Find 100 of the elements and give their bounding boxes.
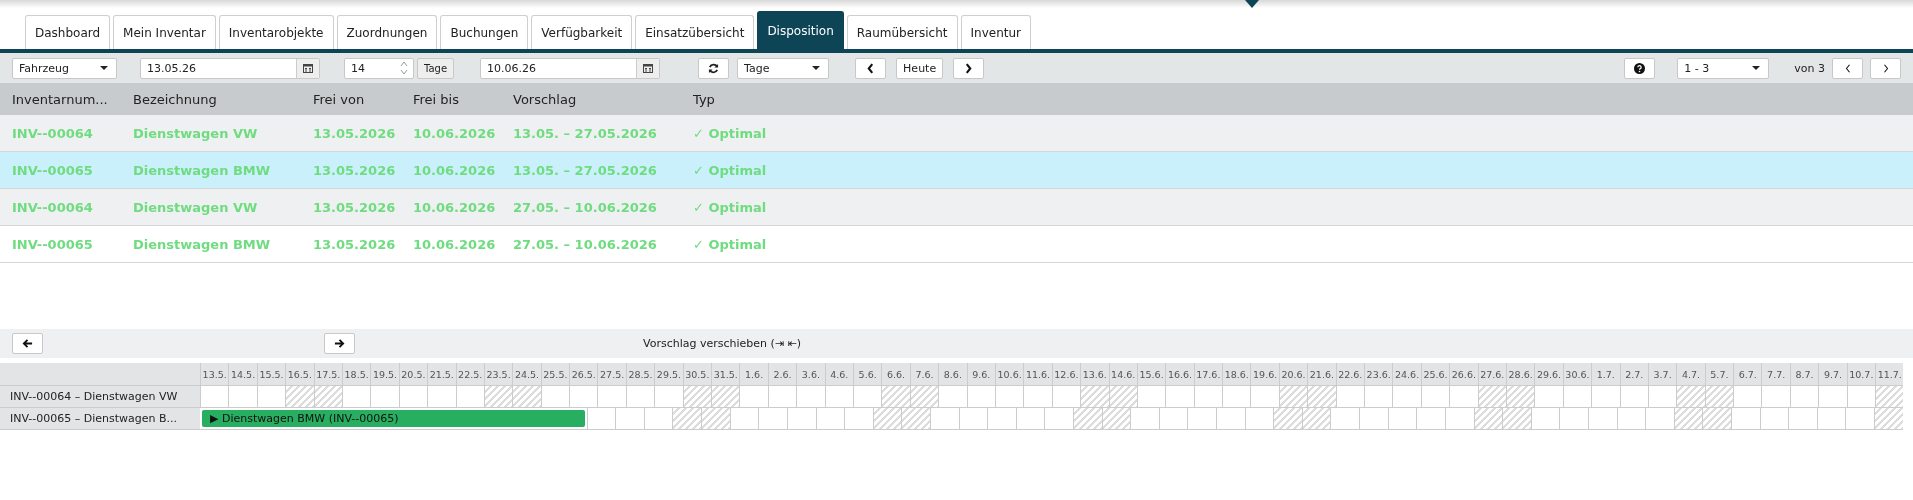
weekend-cell[interactable] xyxy=(1073,407,1102,429)
tab[interactable]: Verfügbarkeit xyxy=(531,15,633,49)
column-header[interactable]: Typ xyxy=(693,91,893,107)
day-cell[interactable] xyxy=(1619,385,1648,407)
day-cell[interactable] xyxy=(1759,407,1789,429)
weekend-cell[interactable] xyxy=(701,407,730,429)
next-page-button[interactable] xyxy=(1870,57,1901,79)
weekend-cell[interactable] xyxy=(1278,385,1308,407)
weekend-cell[interactable] xyxy=(483,385,513,407)
weekend-cell[interactable] xyxy=(1673,407,1703,429)
day-cell[interactable] xyxy=(987,407,1016,429)
day-cell[interactable] xyxy=(1364,385,1393,407)
day-cell[interactable] xyxy=(1420,385,1450,407)
day-cell[interactable] xyxy=(398,385,428,407)
day-cell[interactable] xyxy=(1816,407,1846,429)
column-header[interactable]: Inventarnum... xyxy=(12,91,133,107)
day-cell[interactable] xyxy=(1051,385,1081,407)
day-cell[interactable] xyxy=(1359,407,1388,429)
day-cell[interactable] xyxy=(654,385,683,407)
column-header[interactable]: Frei bis xyxy=(413,91,513,107)
weekend-cell[interactable] xyxy=(1307,385,1336,407)
weekend-cell[interactable] xyxy=(1702,407,1731,429)
day-cell[interactable] xyxy=(256,385,286,407)
tab[interactable]: Zuordnungen xyxy=(336,15,438,49)
weekend-cell[interactable] xyxy=(1505,385,1535,407)
day-cell[interactable] xyxy=(1158,407,1188,429)
day-cell[interactable] xyxy=(1645,407,1674,429)
day-cell[interactable] xyxy=(1044,407,1073,429)
weekend-cell[interactable] xyxy=(313,385,342,407)
day-cell[interactable] xyxy=(597,385,626,407)
day-cell[interactable] xyxy=(844,407,873,429)
shift-left-button[interactable] xyxy=(12,333,43,354)
day-cell[interactable] xyxy=(1165,385,1194,407)
day-cell[interactable] xyxy=(569,385,598,407)
weekend-cell[interactable] xyxy=(1273,407,1302,429)
day-cell[interactable] xyxy=(615,407,644,429)
day-cell[interactable] xyxy=(1250,385,1279,407)
day-cell[interactable] xyxy=(1444,407,1474,429)
weekend-cell[interactable] xyxy=(1108,385,1137,407)
weekend-cell[interactable] xyxy=(1080,385,1109,407)
help-button[interactable] xyxy=(1624,57,1656,79)
tab[interactable]: Inventarobjekte xyxy=(218,15,334,49)
day-cell[interactable] xyxy=(370,385,399,407)
day-cell[interactable] xyxy=(1616,407,1646,429)
tab[interactable]: Inventur xyxy=(960,15,1031,49)
day-cell[interactable] xyxy=(1449,385,1478,407)
shift-right-button[interactable] xyxy=(324,333,355,354)
day-cell[interactable] xyxy=(1733,385,1762,407)
day-cell[interactable] xyxy=(1731,407,1760,429)
day-cell[interactable] xyxy=(824,385,853,407)
day-cell[interactable] xyxy=(1845,407,1875,429)
day-cell[interactable] xyxy=(1788,407,1817,429)
day-cell[interactable] xyxy=(1559,407,1588,429)
today-button[interactable]: Heute xyxy=(896,57,944,79)
day-cell[interactable] xyxy=(1591,385,1620,407)
start-date-field[interactable]: 13.05.26 xyxy=(140,57,320,79)
weekend-cell[interactable] xyxy=(1473,407,1503,429)
end-date-field[interactable]: 10.06.26 xyxy=(480,57,661,79)
day-cell[interactable] xyxy=(228,385,257,407)
previous-button[interactable] xyxy=(855,57,887,79)
day-cell[interactable] xyxy=(1330,407,1360,429)
day-cell[interactable] xyxy=(758,407,787,429)
day-cell[interactable] xyxy=(455,385,484,407)
day-cell[interactable] xyxy=(994,385,1024,407)
day-cell[interactable] xyxy=(796,385,825,407)
day-cell[interactable] xyxy=(1023,385,1052,407)
previous-page-button[interactable] xyxy=(1832,57,1863,79)
page-dropdown[interactable]: 1 - 3 xyxy=(1677,57,1770,79)
day-cell[interactable] xyxy=(929,407,959,429)
day-cell[interactable] xyxy=(1846,385,1876,407)
day-cell[interactable] xyxy=(1562,385,1592,407)
day-cell[interactable] xyxy=(1216,407,1245,429)
weekend-cell[interactable] xyxy=(1875,385,1904,407)
tab[interactable]: Mein Inventar xyxy=(113,15,216,49)
tab[interactable]: Einsatzübersicht xyxy=(635,15,755,49)
category-dropdown[interactable]: Fahrzeug xyxy=(12,57,117,79)
tab[interactable]: Raumübersicht xyxy=(846,15,958,49)
day-cell[interactable] xyxy=(853,385,882,407)
day-cell[interactable] xyxy=(1818,385,1847,407)
day-cell[interactable] xyxy=(1193,385,1223,407)
duration-field[interactable]: 14 xyxy=(344,57,414,79)
day-cell[interactable] xyxy=(1387,407,1417,429)
day-cell[interactable] xyxy=(1130,407,1159,429)
day-cell[interactable] xyxy=(1015,407,1045,429)
day-cell[interactable] xyxy=(1534,385,1563,407)
day-cell[interactable] xyxy=(966,385,995,407)
weekend-cell[interactable] xyxy=(1477,385,1506,407)
next-button[interactable] xyxy=(953,57,985,79)
day-cell[interactable] xyxy=(540,385,570,407)
day-cell[interactable] xyxy=(1244,407,1274,429)
column-header[interactable]: Frei von xyxy=(313,91,413,107)
weekend-cell[interactable] xyxy=(1704,385,1734,407)
weekend-cell[interactable] xyxy=(872,407,902,429)
day-cell[interactable] xyxy=(341,385,371,407)
day-cell[interactable] xyxy=(1136,385,1166,407)
weekend-cell[interactable] xyxy=(881,385,910,407)
day-cell[interactable] xyxy=(938,385,967,407)
booking-bar[interactable]: ▶ Dienstwagen BMW (INV--00065) xyxy=(202,410,585,427)
day-cell[interactable] xyxy=(958,407,988,429)
tab[interactable]: Disposition xyxy=(757,11,844,49)
